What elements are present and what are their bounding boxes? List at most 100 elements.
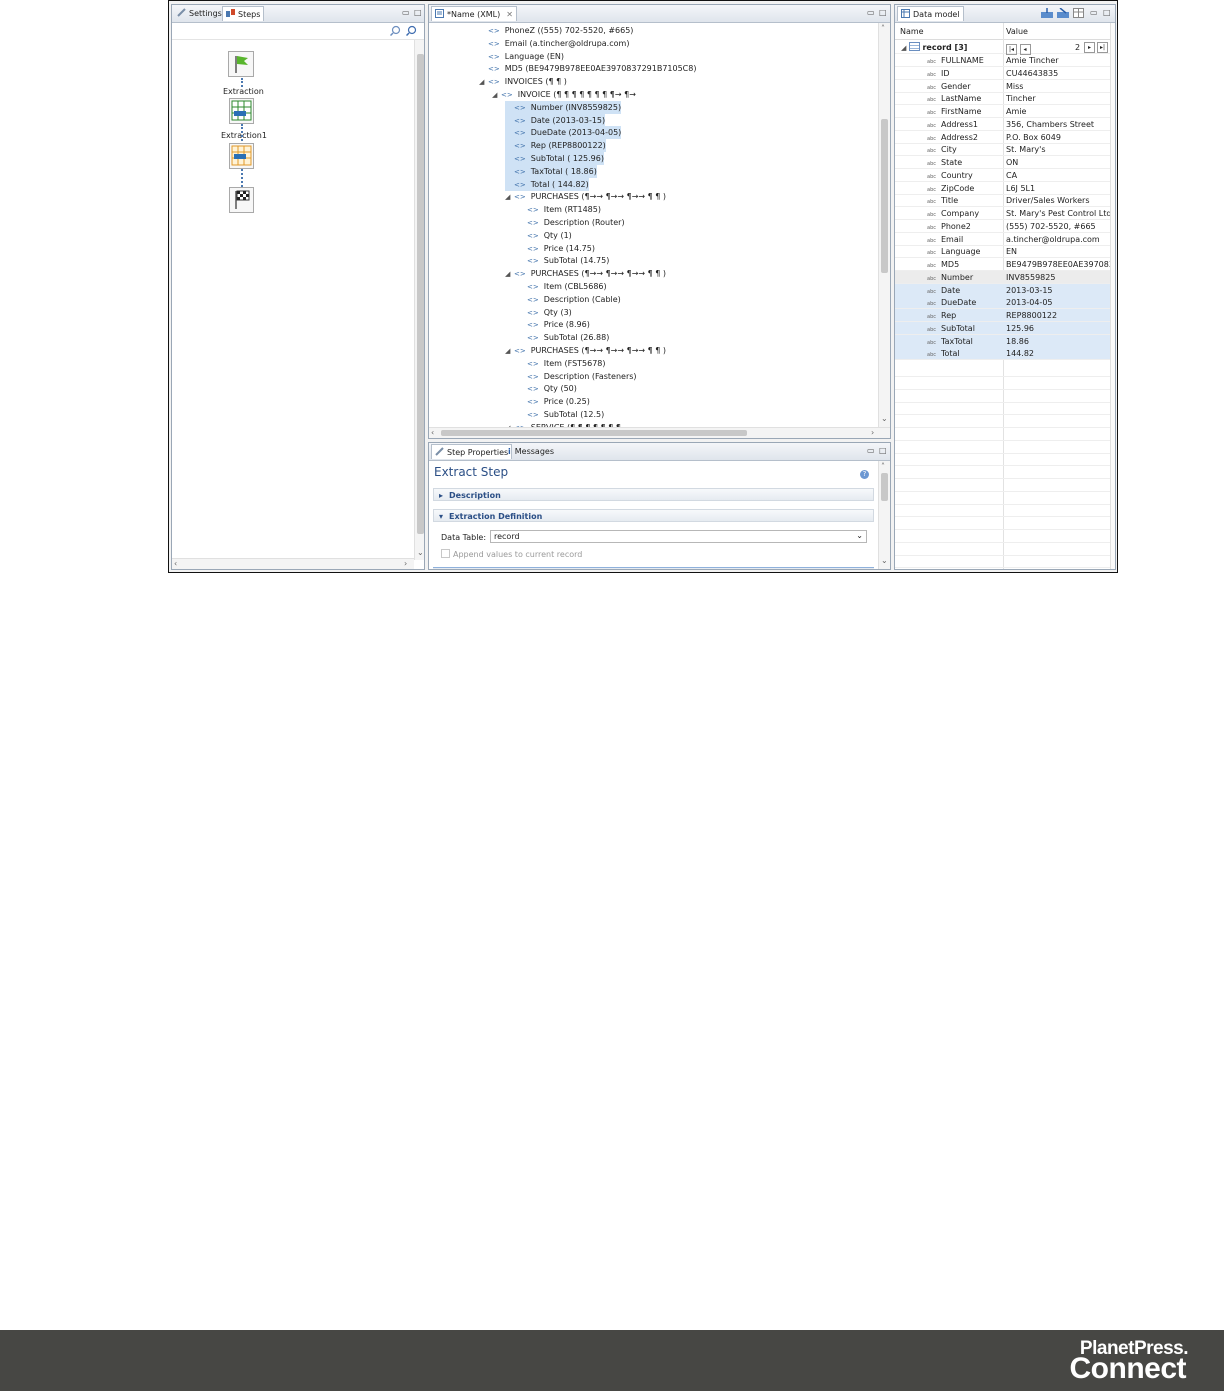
field-row[interactable]: abc ID CU44643835	[895, 67, 1110, 80]
scroll-thumb[interactable]	[881, 119, 888, 273]
maximize-icon[interactable]: □	[879, 8, 887, 17]
maximize-icon[interactable]: □	[414, 8, 422, 17]
expand-icon[interactable]: ◢	[505, 268, 514, 281]
maximize-icon[interactable]: □	[1103, 8, 1111, 17]
checkbox-box[interactable]	[441, 549, 450, 558]
xml-tree-row[interactable]: <> Total ( 144.82)	[505, 177, 589, 191]
xml-tree-row[interactable]: <> Item (FST5678)	[518, 357, 606, 370]
close-tab-icon[interactable]: ✕	[506, 10, 513, 19]
xml-tree-row[interactable]: <> Item (RT1485)	[518, 203, 601, 216]
xml-tree-row[interactable]: <> Description (Router)	[518, 216, 625, 229]
field-row[interactable]: abc SubTotal 125.96	[895, 321, 1110, 335]
xml-tree-row[interactable]: <> Price (8.96)	[518, 318, 590, 331]
xml-tree-row[interactable]: <> Item (CBL5686)	[518, 280, 607, 293]
field-row[interactable]: abc Date 2013-03-15	[895, 283, 1110, 297]
tab-data-model[interactable]: Data model	[897, 6, 964, 21]
expand-icon[interactable]: ◢	[505, 191, 514, 204]
extract-step-icon[interactable]	[229, 98, 254, 124]
field-row[interactable]: abc Gender Miss	[895, 80, 1110, 93]
expand-icon[interactable]: ◢	[901, 44, 906, 52]
append-values-checkbox[interactable]: Append values to current record	[441, 549, 582, 559]
last-record-button[interactable]: ▸|	[1097, 42, 1108, 53]
scroll-down-arrow[interactable]: ⌄	[881, 556, 888, 565]
xml-tree-row[interactable]: ◢ <> PURCHASES (¶→→ ¶→→ ¶→→ ¶ ¶ )	[505, 344, 666, 357]
field-row[interactable]: abc Language EN	[895, 245, 1110, 259]
scroll-up-arrow[interactable]: ˄	[881, 24, 885, 33]
help-icon[interactable]: ?	[860, 470, 869, 479]
xml-tree-row[interactable]: <> MD5 (BE9479B978EE0AE3970837291B7105C8)	[479, 62, 696, 75]
minimize-icon[interactable]: ▭	[867, 446, 875, 455]
xml-tree-row[interactable]: <> Language (EN)	[479, 50, 564, 63]
field-row[interactable]: abc Country CA	[895, 169, 1110, 182]
expand-icon[interactable]: ◢	[479, 76, 488, 89]
scroll-left-arrow[interactable]: ‹	[431, 428, 434, 437]
field-row[interactable]: abc TaxTotal 18.86	[895, 334, 1110, 348]
xml-tree-row[interactable]: <> Date (2013-03-15)	[505, 113, 606, 127]
xml-tree-row[interactable]: <> Description (Cable)	[518, 293, 621, 306]
zoom-out-icon[interactable]	[405, 25, 417, 38]
scroll-down-arrow[interactable]: ⌄	[881, 414, 888, 423]
tab-messages[interactable]: i Messages	[505, 444, 557, 459]
xml-tree-row[interactable]: <> SubTotal (14.75)	[518, 254, 609, 267]
column-header-value[interactable]: Value	[1006, 27, 1028, 36]
field-row[interactable]: abc ZipCode L6J 5L1	[895, 182, 1110, 195]
start-flag-icon[interactable]	[228, 51, 254, 77]
xml-tree-row[interactable]: <> TaxTotal ( 18.86)	[505, 164, 597, 178]
xml-tree-row[interactable]: <> Qty (1)	[518, 229, 572, 242]
xml-vertical-scrollbar[interactable]: ˄ ⌄	[878, 23, 890, 427]
extraction-definition-section[interactable]: ▾ Extraction Definition	[433, 509, 874, 522]
finish-flag-icon[interactable]	[229, 187, 254, 213]
column-header-name[interactable]: Name	[900, 27, 924, 36]
xml-tree-row[interactable]: ◢ <> PURCHASES (¶→→ ¶→→ ¶→→ ¶ ¶ )	[505, 267, 666, 280]
xml-tree-row[interactable]: <> Description (Fasteners)	[518, 370, 637, 383]
tab-steps[interactable]: Steps	[222, 6, 265, 21]
xml-horizontal-scrollbar[interactable]: ‹ ›	[429, 427, 890, 438]
xml-tree-row[interactable]: <> Price (0.25)	[518, 395, 590, 408]
minimize-icon[interactable]: ▭	[402, 8, 410, 17]
tab-step-properties[interactable]: Step Properties	[431, 444, 513, 459]
maximize-icon[interactable]: □	[879, 446, 887, 455]
scroll-thumb[interactable]	[417, 54, 424, 534]
field-row[interactable]: abc DueDate 2013-04-05	[895, 296, 1110, 310]
field-row[interactable]: abc Number INV8559825	[895, 270, 1110, 284]
field-row[interactable]: abc FirstName Amie	[895, 105, 1110, 118]
xml-tree-row[interactable]: <> Qty (50)	[518, 382, 577, 395]
xml-tree-row[interactable]: <> SubTotal ( 125.96)	[505, 152, 604, 165]
xml-tree-row[interactable]: <> Rep (REP8800122)	[505, 139, 606, 153]
record-row[interactable]: ◢ record [3] |◂ ◂ 2 ▸ ▸|	[895, 41, 1110, 55]
steps-horizontal-scrollbar[interactable]: ‹ ›	[172, 558, 414, 569]
scroll-up-arrow[interactable]: ˄	[881, 462, 885, 471]
xml-tree-row[interactable]: ◢ <> PURCHASES (¶→→ ¶→→ ¶→→ ¶ ¶ )	[505, 190, 666, 203]
xml-tree-row[interactable]: <> Price (14.75)	[518, 242, 595, 255]
next-record-button[interactable]: ▸	[1084, 42, 1095, 53]
xml-tree-row[interactable]: <> PhoneZ ((555) 702-5520, #665)	[479, 24, 633, 37]
field-row[interactable]: abc Address1 356, Chambers Street	[895, 118, 1110, 131]
expand-icon[interactable]: ◢	[505, 345, 514, 358]
xml-tree-row[interactable]: ◢ <> INVOICE (¶ ¶ ¶ ¶ ¶ ¶ ¶ ¶→ ¶→	[492, 88, 636, 101]
properties-vertical-scrollbar[interactable]: ˄ ⌄	[878, 461, 890, 569]
tab-settings[interactable]: Settings	[174, 6, 225, 21]
field-row[interactable]: abc Total 144.82	[895, 347, 1110, 361]
xml-tree-row[interactable]: <> SubTotal (12.5)	[518, 408, 604, 421]
field-row[interactable]: abc Email a.tincher@oldrupa.com	[895, 233, 1110, 246]
field-row[interactable]: abc MD5 BE9479B978EE0AE397083...	[895, 258, 1115, 271]
toolbar-icon[interactable]	[1041, 8, 1053, 20]
xml-tree-row[interactable]: <> Email (a.tincher@oldrupa.com)	[479, 37, 629, 50]
field-row[interactable]: abc Phone2 (555) 702-5520, #665	[895, 220, 1110, 233]
xml-tree-row[interactable]: <> Number (INV8559825)	[505, 100, 622, 114]
field-row[interactable]: abc LastName Tincher	[895, 92, 1110, 106]
xml-tree-row[interactable]: <> DueDate (2013-04-05)	[505, 126, 622, 140]
tab-xml[interactable]: *Name (XML) ✕	[431, 6, 517, 21]
xml-tree-row[interactable]: <> SubTotal (26.88)	[518, 331, 609, 344]
scroll-down-arrow[interactable]: ⌄	[417, 548, 424, 557]
scroll-thumb[interactable]	[441, 430, 747, 436]
field-row[interactable]: abc FULLNAME Amie Tincher	[895, 54, 1110, 67]
scroll-right-arrow[interactable]: ›	[871, 428, 874, 437]
xml-tree-row[interactable]: <> Qty (3)	[518, 306, 572, 319]
xml-tree-row[interactable]: ◢ <> INVOICES (¶ ¶ )	[479, 75, 567, 88]
expand-icon[interactable]: ◢	[492, 89, 501, 102]
zoom-in-icon[interactable]	[389, 25, 401, 38]
extract-step-icon[interactable]	[229, 143, 254, 169]
field-row[interactable]: abc City St. Mary's	[895, 143, 1110, 157]
field-row[interactable]: abc Title Driver/Sales Workers	[895, 194, 1110, 208]
